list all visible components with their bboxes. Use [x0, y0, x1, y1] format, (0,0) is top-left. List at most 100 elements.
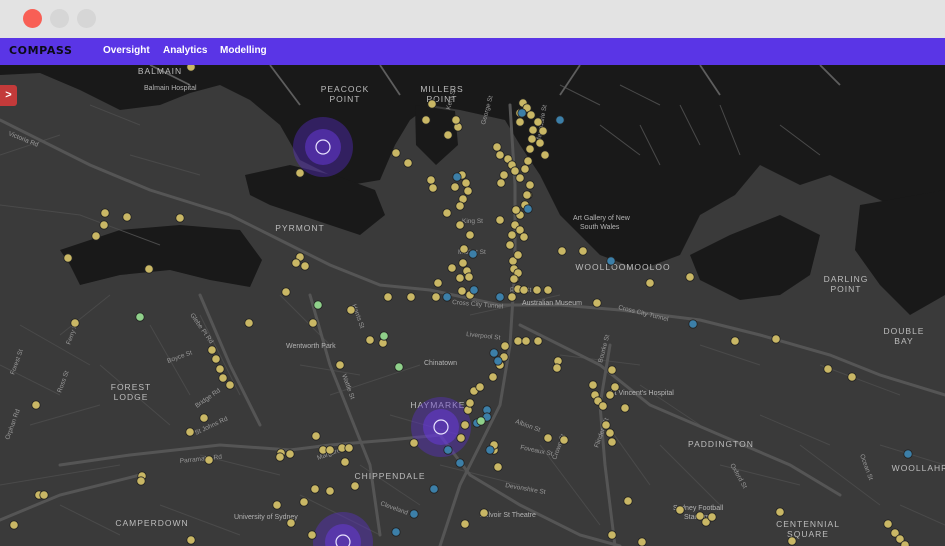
map-marker-green[interactable] — [394, 362, 404, 372]
map-marker-yellow[interactable] — [533, 117, 543, 127]
map-marker-yellow[interactable] — [426, 175, 436, 185]
map-marker-yellow[interactable] — [559, 435, 569, 445]
map-marker-yellow[interactable] — [500, 341, 510, 351]
map-marker-yellow[interactable] — [340, 457, 350, 467]
map-marker-yellow[interactable] — [823, 364, 833, 374]
map-marker-yellow[interactable] — [144, 264, 154, 274]
map-marker-yellow[interactable] — [475, 382, 485, 392]
map-marker-green[interactable] — [313, 300, 323, 310]
map-marker-yellow[interactable] — [578, 246, 588, 256]
map-marker-yellow[interactable] — [136, 476, 146, 486]
map-marker-yellow[interactable] — [557, 246, 567, 256]
map-marker-yellow[interactable] — [513, 336, 523, 346]
map-marker-yellow[interactable] — [433, 278, 443, 288]
map-marker-green[interactable] — [476, 416, 486, 426]
map-marker-green[interactable] — [135, 312, 145, 322]
map-marker-yellow[interactable] — [427, 99, 437, 109]
map-marker-yellow[interactable] — [207, 345, 217, 355]
map-marker-blue[interactable] — [489, 348, 499, 358]
map-marker-yellow[interactable] — [299, 497, 309, 507]
map-marker-yellow[interactable] — [535, 138, 545, 148]
map-marker-yellow[interactable] — [464, 272, 474, 282]
map-marker-yellow[interactable] — [225, 380, 235, 390]
map-marker-yellow[interactable] — [122, 212, 132, 222]
map-marker-yellow[interactable] — [605, 390, 615, 400]
map-marker-yellow[interactable] — [787, 536, 797, 546]
map-marker-blue[interactable] — [442, 292, 452, 302]
map-marker-yellow[interactable] — [272, 500, 282, 510]
map-marker-yellow[interactable] — [526, 110, 536, 120]
map-marker-yellow[interactable] — [185, 427, 195, 437]
map-marker-blue[interactable] — [469, 285, 479, 295]
map-marker-yellow[interactable] — [525, 180, 535, 190]
map-marker-yellow[interactable] — [325, 486, 335, 496]
map-marker-yellow[interactable] — [598, 401, 608, 411]
map-marker-yellow[interactable] — [204, 455, 214, 465]
map-marker-yellow[interactable] — [496, 178, 506, 188]
map-marker-yellow[interactable] — [186, 65, 196, 72]
map-marker-yellow[interactable] — [455, 220, 465, 230]
map-marker-yellow[interactable] — [186, 535, 196, 545]
map-marker-yellow[interactable] — [730, 336, 740, 346]
map-marker-yellow[interactable] — [285, 449, 295, 459]
map-marker-yellow[interactable] — [458, 258, 468, 268]
map-marker-blue[interactable] — [555, 115, 565, 125]
map-marker-yellow[interactable] — [281, 287, 291, 297]
map-marker-yellow[interactable] — [533, 336, 543, 346]
map-marker-yellow[interactable] — [350, 481, 360, 491]
map-marker-yellow[interactable] — [455, 201, 465, 211]
map-marker-yellow[interactable] — [543, 433, 553, 443]
map-marker-yellow[interactable] — [543, 285, 553, 295]
map-marker-yellow[interactable] — [607, 365, 617, 375]
map-marker-yellow[interactable] — [588, 380, 598, 390]
map-marker-yellow[interactable] — [538, 126, 548, 136]
map-marker-yellow[interactable] — [286, 518, 296, 528]
map-marker-blue[interactable] — [688, 319, 698, 329]
map-marker-yellow[interactable] — [505, 240, 515, 250]
map-marker-yellow[interactable] — [346, 305, 356, 315]
map-marker-yellow[interactable] — [291, 258, 301, 268]
map-marker-yellow[interactable] — [509, 274, 519, 284]
map-marker-yellow[interactable] — [519, 285, 529, 295]
map-marker-yellow[interactable] — [528, 125, 538, 135]
map-marker-yellow[interactable] — [492, 142, 502, 152]
map-marker-yellow[interactable] — [525, 144, 535, 154]
map-marker-yellow[interactable] — [421, 115, 431, 125]
map-marker-yellow[interactable] — [447, 263, 457, 273]
map-marker-blue[interactable] — [443, 445, 453, 455]
map-marker-blue[interactable] — [452, 172, 462, 182]
map-marker-yellow[interactable] — [847, 372, 857, 382]
map-marker-yellow[interactable] — [511, 205, 521, 215]
map-marker-blue[interactable] — [485, 445, 495, 455]
map-marker-yellow[interactable] — [459, 244, 469, 254]
map-marker-yellow[interactable] — [592, 298, 602, 308]
map-marker-yellow[interactable] — [456, 433, 466, 443]
map-marker-yellow[interactable] — [507, 230, 517, 240]
map-marker-yellow[interactable] — [532, 285, 542, 295]
map-marker-yellow[interactable] — [601, 420, 611, 430]
map-marker-yellow[interactable] — [675, 505, 685, 515]
map-marker-yellow[interactable] — [461, 178, 471, 188]
map-marker-yellow[interactable] — [457, 286, 467, 296]
map-marker-yellow[interactable] — [465, 398, 475, 408]
map-marker-yellow[interactable] — [460, 519, 470, 529]
map-marker-blue[interactable] — [455, 458, 465, 468]
map-marker-yellow[interactable] — [637, 537, 647, 546]
map-marker-yellow[interactable] — [31, 400, 41, 410]
map-marker-yellow[interactable] — [605, 428, 615, 438]
map-marker-yellow[interactable] — [275, 452, 285, 462]
window-close-button[interactable] — [23, 9, 42, 28]
map-marker-yellow[interactable] — [431, 292, 441, 302]
map-marker-yellow[interactable] — [552, 363, 562, 373]
map-marker-yellow[interactable] — [300, 261, 310, 271]
map-marker-yellow[interactable] — [479, 508, 489, 518]
map-marker-yellow[interactable] — [175, 213, 185, 223]
map-marker-yellow[interactable] — [645, 278, 655, 288]
nav-item-analytics[interactable]: Analytics — [163, 45, 207, 56]
map-marker-blue[interactable] — [606, 256, 616, 266]
map-marker-yellow[interactable] — [499, 170, 509, 180]
map-marker-yellow[interactable] — [450, 182, 460, 192]
compass-logo[interactable]: COMPASS — [9, 44, 73, 57]
map-marker-yellow[interactable] — [344, 443, 354, 453]
map-marker-yellow[interactable] — [520, 164, 530, 174]
